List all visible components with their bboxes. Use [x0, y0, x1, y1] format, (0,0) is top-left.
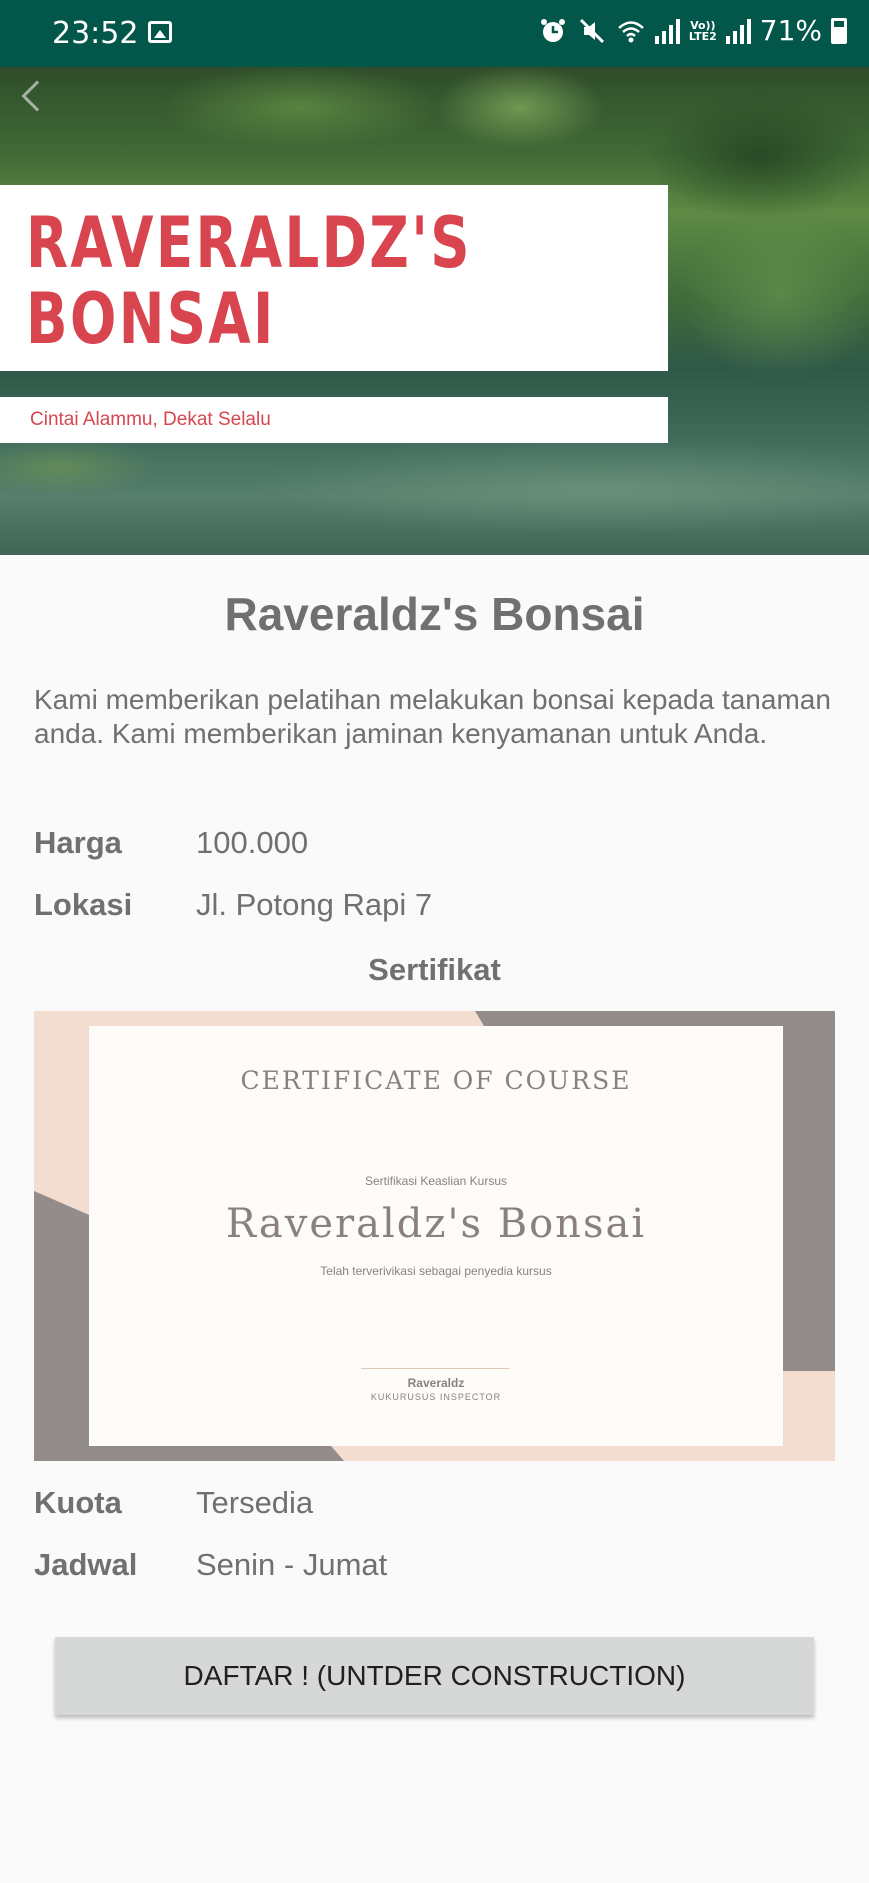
signature-line: [361, 1368, 509, 1369]
certificate-signer: Raveraldz: [407, 1376, 465, 1390]
wifi-icon: [618, 20, 644, 42]
certificate-name: Raveraldz's Bonsai: [225, 1201, 647, 1247]
location-label: Lokasi: [34, 887, 133, 922]
schedule-label: Jadwal: [34, 1547, 138, 1582]
battery-percent: 71%: [759, 14, 822, 47]
certificate-subtitle: Sertifikasi Keaslian Kursus: [364, 1174, 508, 1188]
certificate-verification: Telah terverivikasi sebagai penyedia kur…: [320, 1264, 552, 1278]
status-bar: 23:52 Vo)) LTE2 71%: [0, 0, 869, 67]
quota-label: Kuota: [34, 1485, 122, 1520]
hero-tagline: Cintai Alammu, Dekat Selalu: [30, 409, 271, 430]
image-icon: [148, 21, 172, 43]
course-title: Raveraldz's Bonsai: [224, 588, 645, 640]
certificate-paper: CERTIFICATE OF COURSE Sertifikasi Keasli…: [89, 1026, 783, 1446]
certificate-signer-role: KUKURUSUS INSPECTOR: [370, 1392, 502, 1402]
register-button[interactable]: DAFTAR ! (UNTDER CONSTRUCTION): [55, 1637, 814, 1715]
certificate-heading: Sertifikat: [368, 952, 501, 987]
course-description: Kami memberikan pelatihan melakukan bons…: [34, 684, 831, 749]
alarm-icon: [540, 18, 565, 42]
hero-title-box: RAVERALDZ'S BONSAI: [0, 185, 668, 371]
quota-value: Tersedia: [196, 1485, 314, 1520]
hero-title: RAVERALDZ'S BONSAI: [26, 205, 472, 357]
hero-title-line1: RAVERALDZ'S: [26, 202, 472, 284]
certificate-image: CERTIFICATE OF COURSE Sertifikasi Keasli…: [34, 1011, 835, 1461]
price-value: 100.000: [196, 825, 309, 860]
signal-icon-2: [725, 18, 751, 44]
hero-title-line2: BONSAI: [26, 278, 276, 360]
signal-icon: [654, 18, 680, 44]
status-time: 23:52: [52, 16, 139, 51]
location-value: Jl. Potong Rapi 7: [196, 887, 433, 922]
certificate-title: CERTIFICATE OF COURSE: [240, 1066, 632, 1095]
hero-banner: RAVERALDZ'S BONSAI Cintai Alammu, Dekat …: [0, 67, 869, 555]
hero-tagline-box: Cintai Alammu, Dekat Selalu: [0, 397, 668, 443]
volte-indicator: Vo)) LTE2: [689, 20, 717, 42]
mute-icon: [579, 18, 604, 43]
lte-label: LTE2: [688, 29, 717, 43]
schedule-value: Senin - Jumat: [196, 1547, 388, 1582]
price-label: Harga: [34, 825, 122, 860]
status-icons: Vo)) LTE2 71%: [538, 14, 847, 47]
battery-icon: [831, 17, 847, 44]
